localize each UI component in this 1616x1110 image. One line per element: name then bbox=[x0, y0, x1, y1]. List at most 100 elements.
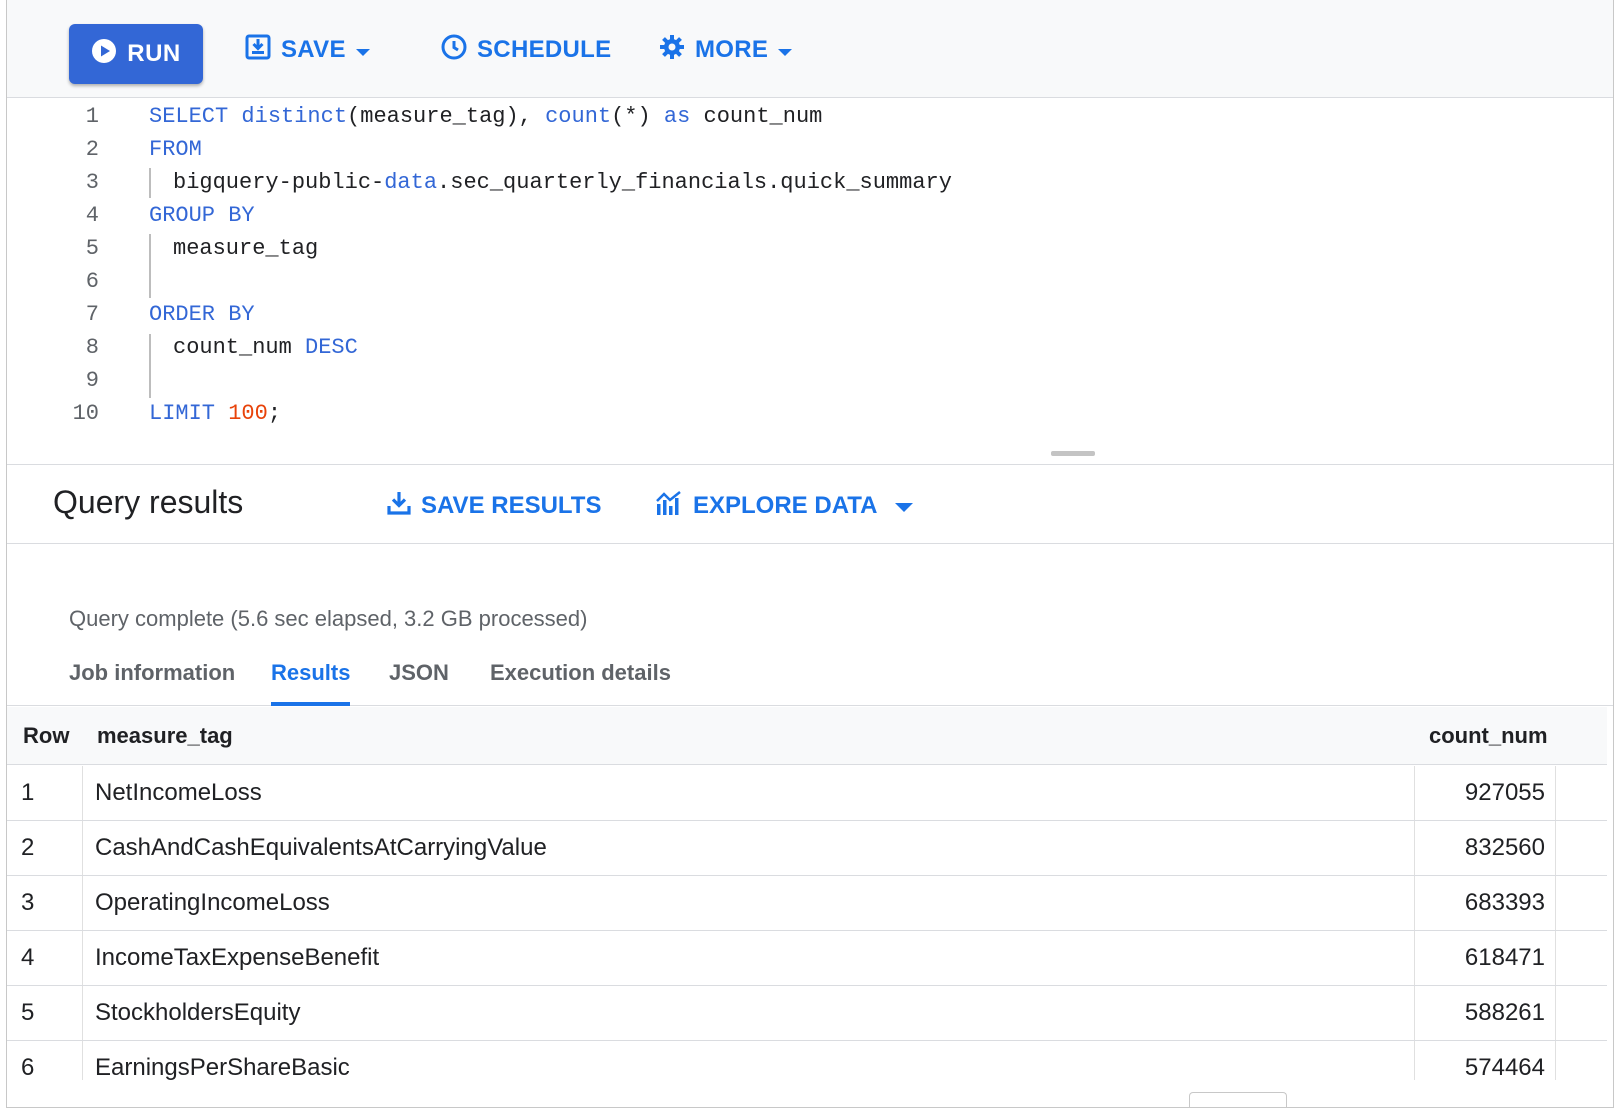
line-number: 7 bbox=[85, 301, 99, 327]
caret-down-icon bbox=[895, 492, 914, 520]
line-number: 1 bbox=[85, 103, 99, 129]
column-divider bbox=[1414, 876, 1415, 930]
column-header-count-num[interactable]: count_num bbox=[1429, 707, 1548, 765]
tab-job-information[interactable]: Job information bbox=[69, 660, 235, 706]
code-text: SELECT distinct(measure_tag), count(*) a… bbox=[149, 103, 823, 129]
column-divider bbox=[82, 986, 83, 1040]
bigquery-query-editor: RUN SAVE SCHEDULE MORE 1 SELECT distinct… bbox=[6, 0, 1614, 1108]
column-divider bbox=[82, 821, 83, 875]
table-row[interactable]: 5 StockholdersEquity 588261 bbox=[7, 986, 1607, 1041]
code-text: count_num DESC bbox=[173, 334, 358, 360]
cell-count-num: 618471 bbox=[1464, 944, 1545, 971]
column-divider bbox=[82, 931, 83, 985]
code-line: 9 bbox=[7, 363, 1613, 397]
save-results-button[interactable]: SAVE RESULTS bbox=[387, 488, 601, 524]
column-divider bbox=[82, 766, 83, 820]
line-number: 6 bbox=[85, 268, 99, 294]
results-tabs: Job information Results JSON Execution d… bbox=[7, 650, 1613, 706]
play-circle-icon bbox=[91, 38, 117, 71]
download-icon bbox=[387, 490, 411, 523]
table-row[interactable]: 3 OperatingIncomeLoss 683393 bbox=[7, 876, 1607, 931]
save-results-label: SAVE RESULTS bbox=[421, 492, 602, 519]
save-label: SAVE bbox=[281, 36, 346, 63]
line-number: 3 bbox=[85, 169, 99, 195]
code-text: measure_tag bbox=[173, 235, 319, 261]
line-number: 5 bbox=[85, 235, 99, 261]
chart-icon bbox=[655, 490, 683, 523]
cell-count-num: 832560 bbox=[1464, 834, 1545, 861]
cell-row: 5 bbox=[21, 999, 35, 1026]
code-text: FROM bbox=[149, 136, 202, 162]
column-divider bbox=[1414, 766, 1415, 820]
tab-execution-details[interactable]: Execution details bbox=[490, 660, 671, 706]
pagination-bar bbox=[7, 1080, 1613, 1107]
more-label: MORE bbox=[695, 36, 769, 63]
code-line: 2 FROM bbox=[7, 132, 1613, 166]
cell-measure-tag: CashAndCashEquivalentsAtCarryingValue bbox=[95, 834, 547, 861]
clock-icon bbox=[441, 34, 467, 67]
code-line: 5 measure_tag bbox=[7, 231, 1613, 265]
table-row[interactable]: 4 IncomeTaxExpenseBenefit 618471 bbox=[7, 931, 1607, 986]
editor-toolbar: RUN SAVE SCHEDULE MORE bbox=[7, 0, 1613, 98]
gear-icon bbox=[659, 34, 685, 67]
code-line: 8 count_num DESC bbox=[7, 330, 1613, 364]
save-icon bbox=[245, 34, 271, 67]
line-number: 9 bbox=[85, 367, 99, 393]
table-row[interactable]: 2 CashAndCashEquivalentsAtCarryingValue 83… bbox=[7, 821, 1607, 876]
line-number: 8 bbox=[85, 334, 99, 360]
cell-row: 2 bbox=[21, 834, 35, 861]
column-divider bbox=[1414, 931, 1415, 985]
line-number: 4 bbox=[85, 202, 99, 228]
column-divider bbox=[1555, 821, 1556, 875]
column-header-measure-tag[interactable]: measure_tag bbox=[97, 707, 233, 765]
tab-results[interactable]: Results bbox=[271, 660, 351, 706]
results-header: Query results SAVE RESULTS EXPLORE DATA bbox=[7, 466, 1613, 544]
cell-row: 4 bbox=[21, 944, 35, 971]
column-divider bbox=[82, 876, 83, 930]
rows-per-page-select[interactable] bbox=[1189, 1092, 1287, 1107]
schedule-label: SCHEDULE bbox=[477, 36, 612, 63]
cell-count-num: 683393 bbox=[1464, 889, 1545, 916]
column-divider bbox=[1414, 986, 1415, 1040]
cell-measure-tag: NetIncomeLoss bbox=[95, 779, 262, 806]
column-divider bbox=[1555, 876, 1556, 930]
explore-data-button[interactable]: EXPLORE DATA bbox=[655, 488, 914, 524]
cell-measure-tag: IncomeTaxExpenseBenefit bbox=[95, 944, 380, 971]
code-line: 3 bigquery-public-data.sec_quarterly_fin… bbox=[7, 165, 1613, 199]
explore-data-label: EXPLORE DATA bbox=[693, 492, 878, 519]
results-title: Query results bbox=[53, 484, 244, 520]
cell-row: 3 bbox=[21, 889, 35, 916]
code-text: LIMIT 100; bbox=[149, 400, 282, 426]
schedule-button[interactable]: SCHEDULE bbox=[441, 28, 611, 72]
line-number: 2 bbox=[85, 136, 99, 162]
column-divider bbox=[1555, 986, 1556, 1040]
code-line: 1 SELECT distinct(measure_tag), count(*)… bbox=[7, 99, 1613, 133]
caret-down-icon bbox=[778, 36, 793, 64]
code-line: 10 LIMIT 100; bbox=[7, 396, 1613, 430]
code-line: 7 ORDER BY bbox=[7, 297, 1613, 331]
column-divider bbox=[1555, 766, 1556, 820]
sql-editor[interactable]: 1 SELECT distinct(measure_tag), count(*)… bbox=[7, 99, 1613, 465]
tab-json[interactable]: JSON bbox=[389, 660, 449, 706]
code-line: 4 GROUP BY bbox=[7, 198, 1613, 232]
run-label: RUN bbox=[127, 40, 181, 67]
code-text: GROUP BY bbox=[149, 202, 255, 228]
code-line: 6 bbox=[7, 264, 1613, 298]
editor-resize-handle[interactable] bbox=[1051, 451, 1095, 456]
query-status: Query complete (5.6 sec elapsed, 3.2 GB … bbox=[69, 606, 588, 631]
cell-count-num: 588261 bbox=[1464, 999, 1545, 1026]
line-number: 10 bbox=[72, 400, 99, 426]
cell-measure-tag: OperatingIncomeLoss bbox=[95, 889, 330, 916]
code-text: ORDER BY bbox=[149, 301, 255, 327]
table-header: Row measure_tag count_num bbox=[7, 707, 1607, 765]
code-text: bigquery-public-data.sec_quarterly_finan… bbox=[173, 169, 952, 195]
more-button[interactable]: MORE bbox=[659, 28, 793, 72]
save-button[interactable]: SAVE bbox=[245, 28, 370, 72]
table-row[interactable]: 1 NetIncomeLoss 927055 bbox=[7, 766, 1607, 821]
run-button[interactable]: RUN bbox=[69, 24, 203, 84]
column-divider bbox=[1555, 931, 1556, 985]
cell-row: 1 bbox=[21, 779, 35, 806]
caret-down-icon bbox=[355, 36, 370, 64]
column-header-row[interactable]: Row bbox=[23, 707, 69, 765]
column-divider bbox=[1414, 821, 1415, 875]
